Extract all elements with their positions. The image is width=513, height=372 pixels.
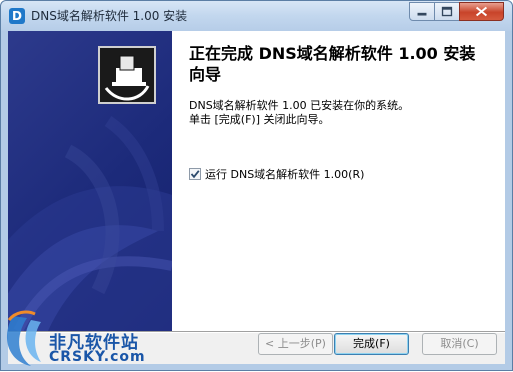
run-program-label[interactable]: 运行 DNS域名解析软件 1.00(R): [205, 166, 364, 182]
wizard-content: 正在完成 DNS域名解析软件 1.00 安装向导 DNS域名解析软件 1.00 …: [172, 31, 505, 331]
cancel-button[interactable]: 取消(C): [422, 333, 497, 355]
close-button[interactable]: [459, 2, 504, 21]
run-program-option[interactable]: 运行 DNS域名解析软件 1.00(R): [189, 167, 364, 181]
minimize-icon: [417, 12, 427, 16]
page-heading: 正在完成 DNS域名解析软件 1.00 安装向导: [189, 44, 476, 84]
close-icon: [475, 6, 488, 17]
completion-message: DNS域名解析软件 1.00 已安装在你的系统。 单击 [完成(F)] 关闭此向…: [189, 99, 489, 127]
back-button[interactable]: < 上一步(P): [258, 333, 333, 355]
installer-window: D DNS域名解析软件 1.00 安装 正在完成 DNS域名解析软件 1.00 …: [0, 0, 513, 371]
watermark-domain: CRSKY.com: [49, 349, 146, 365]
installer-logo-icon: [98, 46, 156, 104]
window-title: DNS域名解析软件 1.00 安装: [31, 9, 188, 23]
maximize-button[interactable]: [434, 2, 460, 21]
message-line-installed: DNS域名解析软件 1.00 已安装在你的系统。: [189, 99, 410, 112]
checkmark-icon: [190, 170, 200, 179]
wizard-sidebar: [8, 31, 172, 331]
finish-button[interactable]: 完成(F): [334, 333, 409, 355]
maximize-icon: [441, 6, 453, 17]
message-line-instructions: 单击 [完成(F)] 关闭此向导。: [189, 113, 330, 126]
app-icon: D: [9, 8, 25, 24]
minimize-button[interactable]: [409, 2, 435, 21]
title-bar[interactable]: D DNS域名解析软件 1.00 安装: [1, 1, 512, 31]
run-program-checkbox[interactable]: [189, 168, 201, 180]
